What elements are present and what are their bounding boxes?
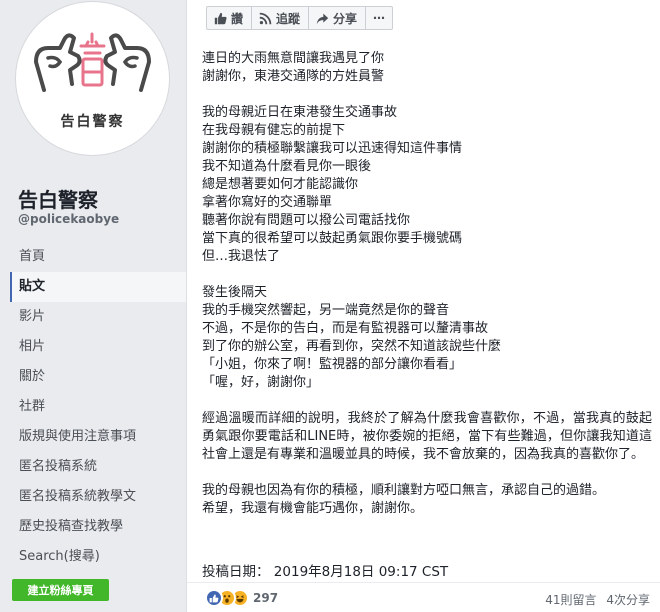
share-button[interactable]: 分享 [308, 6, 367, 30]
confession-logo-icon [34, 32, 151, 92]
sidebar-nav-item[interactable]: 匿名投稿系統 [10, 452, 186, 482]
sidebar-nav-item[interactable]: 貼文 [10, 272, 186, 302]
post-text-line: 我不知道為什麼看見你一眼後 [202, 159, 372, 174]
left-sidebar: 告白警察 告白警察 @policekaobye 首頁 貼文 影片 相片 關於 社群 版規與使… [0, 0, 186, 612]
sidebar-nav-item[interactable]: 首頁 [10, 242, 186, 272]
follow-label: 追蹤 [276, 11, 301, 26]
sidebar-nav-item[interactable]: Search(搜尋) [10, 542, 186, 572]
post-paragraph: 發生後隔天我的手機突然響起，另一端竟然是你的聲音不過，不是你的告白，而是有監視器… [202, 284, 652, 392]
post-text-line: 聽著你說有問題可以撥公司電話找你 [202, 213, 411, 228]
post-text-line: 謝謝你，東港交通隊的方姓員警 [202, 69, 385, 84]
post-text-line: 經過溫暖而詳細的說明，我終於了解為什麼我會喜歡你，不過，當我真的鼓起勇氣跟你要電… [202, 411, 652, 462]
reactions-summary[interactable]: 297 [205, 589, 278, 607]
sidebar-nav-item[interactable]: 相片 [10, 332, 186, 362]
post-text-line: 我的母親也因為有你的積極，順利讓對方啞口無言，承認自己的過錯。 [202, 483, 606, 498]
share-label: 分享 [333, 11, 358, 26]
follow-button[interactable]: 追蹤 [251, 6, 310, 30]
post-body: 連日的大雨無意間讓我遇見了你 謝謝你，東港交通隊的方姓員警 我的母親近日在東港發生交… [202, 50, 652, 536]
post-date: 投稿日期： 2019年8月18日 09:17 CST [202, 560, 448, 580]
post-text-line: 「小姐，你來了啊！監視器的部分讓你看看」 [202, 357, 463, 372]
reaction-count[interactable]: 297 [253, 591, 278, 605]
sidebar-nav: 首頁 貼文 影片 相片 關於 社群 版規與使用注意事項 匿名投稿系統 匿名投稿系統教學文 歷史投稿… [10, 242, 186, 572]
post-paragraph: 我的母親近日在東港發生交通事故 在我母親有健忘的前提下謝謝你的積極聯繫讓我可以迅速… [202, 104, 652, 266]
post-text-line: 希望，我還有機會能巧遇你，謝謝你。 [202, 501, 424, 516]
post-paragraph: 我的母親也因為有你的積極，順利讓對方啞口無言，承認自己的過錯。 希望，我還有機會能… [202, 482, 652, 518]
like-label: 讚 [231, 11, 244, 26]
post-text-line: 我的手機突然響起，另一端竟然是你的聲音 [202, 303, 450, 318]
post-text-line: 謝謝你的積極聯繫讓我可以迅速得知這件事情 [202, 141, 463, 156]
comment-count[interactable]: 41則留言 [545, 593, 596, 607]
sidebar-nav-item[interactable]: 匿名投稿系統教學文 [10, 482, 186, 512]
post-footer: 297 41則留言 4次分享 [187, 582, 660, 612]
post-text-line: 在我母親有健忘的前提下 [202, 123, 346, 138]
post-text-line: 連日的大雨無意間讓我遇見了你 [202, 51, 385, 66]
share-count[interactable]: 4次分享 [606, 593, 650, 607]
sidebar-nav-item[interactable]: 版規與使用注意事項 [10, 422, 186, 452]
sidebar-nav-item[interactable]: 社群 [10, 392, 186, 422]
sidebar-nav-item[interactable]: 歷史投稿查找教學 [10, 512, 186, 542]
like-page-button[interactable]: 讚 [206, 6, 253, 30]
post-text-line: 我的母親近日在東港發生交通事故 [202, 105, 398, 120]
post-paragraph: 經過溫暖而詳細的說明，我終於了解為什麼我會喜歡你，不過，當我真的鼓起勇氣跟你要電… [202, 410, 652, 464]
post-text-line: 拿著你寫好的交通聯單 [202, 195, 333, 210]
create-page-button[interactable]: 建立粉絲專頁 [12, 579, 109, 601]
post-text-line: 「喔，好，謝謝你」 [202, 375, 320, 390]
post-paragraph: 連日的大雨無意間讓我遇見了你 謝謝你，東港交通隊的方姓員警 [202, 50, 652, 86]
post-date-value[interactable]: 2019年8月18日 09:17 CST [274, 564, 448, 580]
avatar-caption: 告白警察 [60, 114, 125, 130]
page-avatar[interactable]: 告白警察 [16, 2, 169, 155]
share-arrow-icon [316, 13, 329, 24]
post-text-line: 當下真的很希望可以鼓起勇氣跟你要手機號碼 [202, 231, 463, 246]
post-text-line: 發生後隔天 [202, 285, 268, 300]
post-text-line: 總是想著要如何才能認識你 [202, 177, 359, 192]
page-action-bar: 讚 追蹤 分享 ⋯ [206, 6, 394, 30]
post-text-line: 但…我退怯了 [202, 249, 281, 264]
sidebar-nav-item[interactable]: 關於 [10, 362, 186, 392]
post-text-line: 不過，不是你的告白，而是有監視器可以釐清事故 [202, 321, 489, 336]
post-date-label: 投稿日期： [202, 564, 270, 580]
thumbs-up-icon [214, 12, 227, 24]
more-options-button[interactable]: ⋯ [365, 6, 394, 30]
more-dots-icon: ⋯ [373, 11, 386, 25]
page-title[interactable]: 告白警察 [18, 184, 98, 213]
sidebar-nav-item[interactable]: 影片 [10, 302, 186, 332]
post-text-line: 到了你的辦公室，再看到你，突然不知道該說些什麼 [202, 339, 502, 354]
wifi-follow-icon [259, 12, 272, 24]
page-handle[interactable]: @policekaobye [18, 212, 119, 226]
post-card: 讚 追蹤 分享 ⋯ 連日的大雨無意間讓我遇見了你 謝謝你，東港交通隊的方姓員警 我的… [186, 0, 660, 612]
like-reaction-icon [205, 589, 223, 607]
post-stats: 41則留言 4次分享 [539, 591, 650, 608]
